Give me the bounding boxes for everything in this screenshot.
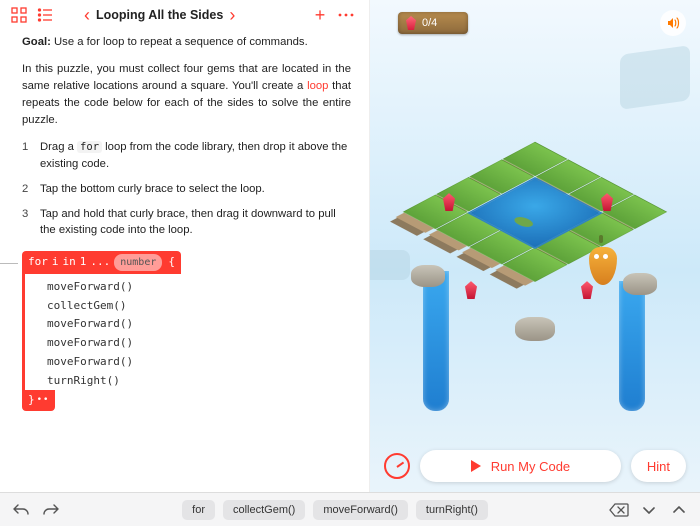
gem-icon [406, 16, 416, 30]
gem-marker [465, 281, 477, 299]
run-my-code-button[interactable]: Run My Code [420, 450, 621, 482]
sound-toggle[interactable] [660, 10, 686, 36]
cloud-decor [370, 250, 410, 280]
code-line[interactable]: turnRight() [25, 372, 351, 391]
for-loop-header[interactable]: for i in 1 ... number { [22, 251, 181, 274]
intro-text-pre: In this puzzle, you must collect four ge… [22, 63, 351, 92]
snippet-turnright[interactable]: turnRight() [416, 500, 488, 520]
loop-link[interactable]: loop [307, 80, 328, 92]
step-2: Tap the bottom curly brace to select the… [22, 181, 351, 198]
code-line[interactable]: moveForward() [25, 353, 351, 372]
instructions-pane: Goal: Use a for loop to repeat a sequenc… [0, 28, 369, 411]
delete-button[interactable] [608, 499, 630, 521]
add-button[interactable]: + [309, 4, 331, 26]
shortcut-bar: for collectGem() moveForward() turnRight() [0, 492, 700, 526]
loop-count-placeholder[interactable]: number [114, 254, 162, 271]
waterfall [619, 281, 645, 411]
waterfall [423, 271, 449, 411]
snippet-moveforward[interactable]: moveForward() [313, 500, 408, 520]
code-line[interactable]: moveForward() [25, 315, 351, 334]
more-icon[interactable] [335, 4, 357, 26]
hint-button[interactable]: Hint [631, 450, 686, 482]
keyboard-show-icon[interactable] [668, 499, 690, 521]
prev-page-button[interactable]: ‹ [78, 5, 96, 26]
for-loop-close-brace[interactable]: } •• [22, 390, 55, 411]
code-line[interactable]: collectGem() [25, 297, 351, 316]
code-line[interactable]: moveForward() [25, 334, 351, 353]
keyboard-dismiss-icon[interactable] [638, 499, 660, 521]
code-editor[interactable]: for i in 1 ... number { moveForward()col… [22, 251, 351, 411]
page-title: Looping All the Sides [96, 8, 223, 22]
code-line[interactable]: moveForward() [25, 278, 351, 297]
byte-character [587, 241, 619, 289]
next-page-button[interactable]: › [223, 5, 241, 26]
redo-button[interactable] [40, 499, 62, 521]
gem-progress-text: 0/4 [422, 17, 437, 29]
scene-view[interactable]: 0/4 [370, 0, 700, 492]
play-icon [471, 460, 481, 472]
list-icon[interactable] [34, 4, 56, 26]
snippet-for[interactable]: for [182, 500, 215, 520]
goal-label: Goal: [22, 36, 51, 48]
top-nav: ‹ Looping All the Sides › + [0, 0, 369, 28]
undo-button[interactable] [10, 499, 32, 521]
for-keyword-inline: for [77, 141, 102, 153]
speed-dial-icon[interactable] [384, 453, 410, 479]
step-3: Tap and hold that curly brace, then drag… [22, 206, 351, 240]
gem-counter: 0/4 [398, 12, 468, 34]
grid-icon[interactable] [8, 4, 30, 26]
puzzle-island [405, 121, 665, 351]
cloud-decor [620, 45, 690, 110]
run-label: Run My Code [491, 459, 570, 474]
step-1: Drag a for loop from the code library, t… [22, 139, 351, 173]
snippet-collectgem[interactable]: collectGem() [223, 500, 305, 520]
goal-text: Use a for loop to repeat a sequence of c… [54, 36, 308, 48]
